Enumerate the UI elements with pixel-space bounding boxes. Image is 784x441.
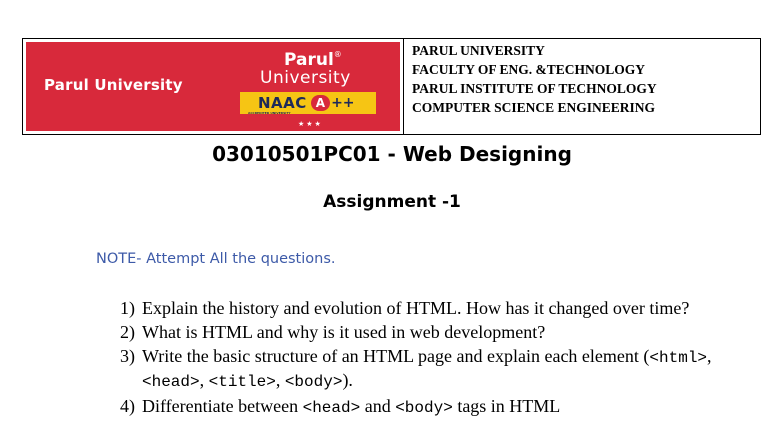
- department-name: COMPUTER SCIENCE ENGINEERING: [412, 100, 656, 115]
- question-number: 4): [120, 396, 135, 416]
- question-item: 2) What is HTML and why is it used in we…: [120, 321, 740, 343]
- institution-info: PARUL UNIVERSITY FACULTY OF ENG. &TECHNO…: [404, 39, 760, 134]
- header-table: Parul University Parul® University NAAC …: [22, 38, 761, 135]
- tag-head: <head>: [142, 373, 200, 391]
- question-list: 1) Explain the history and evolution of …: [120, 297, 740, 421]
- naac-sub-text: ACCREDITED UNIVERSITY: [248, 111, 291, 115]
- logo-brand-sub: University: [260, 68, 351, 88]
- question-text: Explain the history and evolution of HTM…: [142, 298, 690, 318]
- tag-head: <head>: [302, 399, 361, 417]
- logo-brand: Parul®: [284, 50, 342, 70]
- logo-cell: Parul University Parul® University NAAC …: [23, 39, 404, 134]
- course-title: 03010501PC01 - Web Designing: [212, 142, 572, 166]
- question-number: 2): [120, 322, 135, 342]
- tag-body: <body>: [284, 373, 343, 391]
- tag-html: <html>: [649, 349, 708, 367]
- institute-name: PARUL INSTITUTE OF TECHNOLOGY: [412, 81, 657, 96]
- question-item: 4) Differentiate between <head> and <bod…: [120, 395, 740, 419]
- question-text: What is HTML and why is it used in web d…: [142, 322, 546, 342]
- question-item: 1) Explain the history and evolution of …: [120, 297, 740, 319]
- tag-title: <title>: [208, 373, 276, 391]
- naac-grade-plus: ++: [331, 95, 355, 111]
- university-logo: Parul University Parul® University NAAC …: [26, 42, 400, 131]
- question-number: 3): [120, 346, 135, 366]
- university-name: PARUL UNIVERSITY: [412, 43, 545, 58]
- question-item: 3) Write the basic structure of an HTML …: [120, 345, 740, 393]
- question-text: Write the basic structure of an HTML pag…: [142, 346, 712, 391]
- tag-body: <body>: [395, 399, 453, 417]
- question-text: Differentiate between <head> and <body> …: [142, 396, 561, 417]
- naac-label: NAAC: [258, 94, 307, 112]
- star-icon: ★★★: [298, 120, 323, 128]
- question-number: 1): [120, 298, 135, 318]
- naac-grade: A: [310, 95, 331, 111]
- assignment-title: Assignment -1: [323, 192, 461, 212]
- note-text: NOTE- Attempt All the questions.: [96, 251, 336, 267]
- logo-left-text: Parul University: [44, 76, 183, 94]
- faculty-name: FACULTY OF ENG. &TECHNOLOGY: [412, 62, 646, 77]
